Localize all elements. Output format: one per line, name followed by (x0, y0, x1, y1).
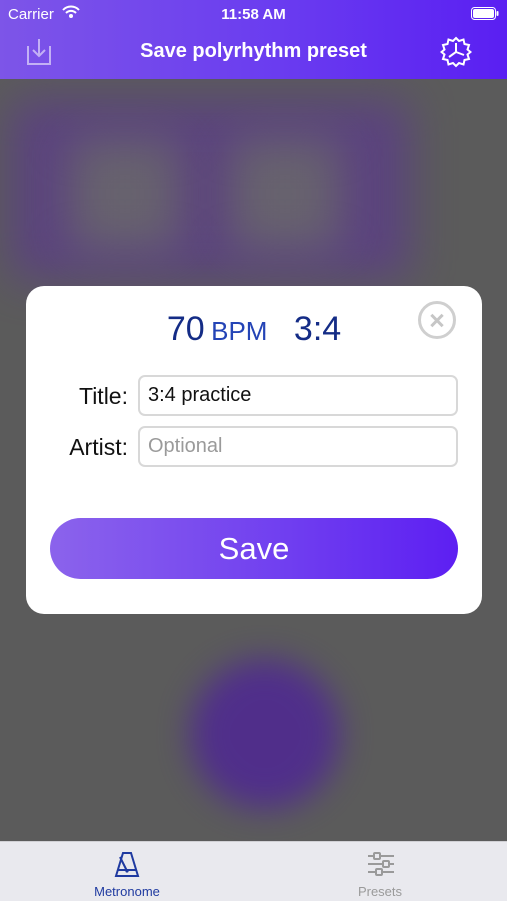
blurred-play-circle (190, 659, 340, 809)
title-label: Title: (79, 383, 128, 409)
status-bar: Carrier 11:58 AM (0, 0, 507, 28)
tab-metronome[interactable]: Metronome (0, 842, 254, 901)
sliders-icon (367, 851, 395, 882)
blurred-block-right (230, 139, 340, 249)
tempo-summary: 70 BPM 3:4 (26, 310, 482, 349)
metronome-icon (114, 851, 140, 884)
save-button[interactable]: Save (50, 518, 458, 579)
tab-bar: Metronome Presets (0, 841, 507, 901)
tab-presets-label: Presets (357, 884, 403, 899)
polyrhythm-ratio: 3:4 (293, 310, 342, 348)
page-title: Save polyrhythm preset (140, 40, 367, 62)
tab-presets[interactable]: Presets (253, 842, 507, 901)
artist-field[interactable] (138, 426, 458, 467)
save-preset-dialog: 70 BPM 3:4 Title: Artist: Save (26, 286, 482, 614)
close-icon[interactable] (418, 301, 456, 339)
artist-label: Artist: (69, 434, 128, 460)
status-time: 11:58 AM (221, 6, 286, 23)
bpm-unit: BPM (211, 316, 268, 346)
settings-icon[interactable] (439, 36, 473, 73)
title-field[interactable] (138, 375, 458, 416)
tab-metronome-label: Metronome (94, 884, 160, 899)
blurred-block-left (70, 139, 180, 249)
battery-icon (471, 7, 499, 24)
header: Carrier 11:58 AM Save polyrhythm preset (0, 0, 507, 79)
bpm-value: 70 (166, 310, 205, 348)
